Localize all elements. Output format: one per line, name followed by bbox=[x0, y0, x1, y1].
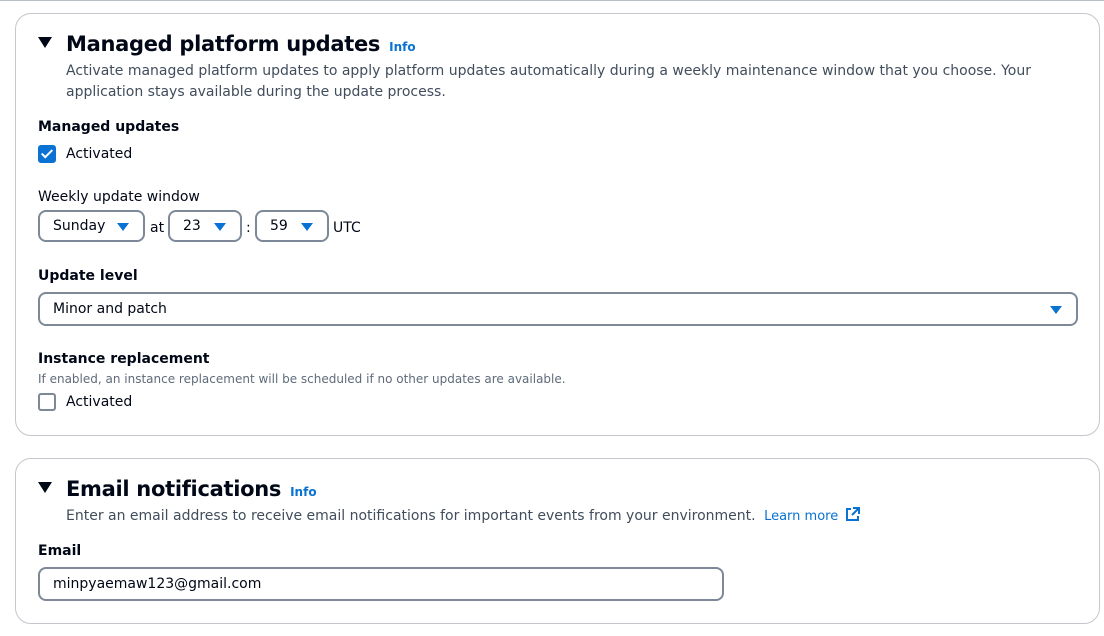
instance-replacement-hint: If enabled, an instance replacement will… bbox=[38, 372, 566, 386]
instance-replacement-checkbox-row[interactable]: Activated bbox=[38, 393, 132, 411]
top-divider bbox=[0, 0, 1104, 1]
section-header: Managed platform updates Info bbox=[38, 32, 416, 56]
external-link-icon bbox=[846, 507, 861, 521]
managed-updates-checkbox-row[interactable]: Activated bbox=[38, 145, 132, 163]
section-description: Enter an email address to receive email … bbox=[66, 506, 1056, 527]
checkbox-empty-icon[interactable] bbox=[38, 393, 56, 411]
email-field-value: minpyaemaw123@gmail.com bbox=[53, 576, 262, 592]
collapse-caret-icon[interactable] bbox=[38, 482, 52, 493]
info-link[interactable]: Info bbox=[290, 485, 316, 499]
colon-text: : bbox=[246, 220, 251, 236]
update-level-label: Update level bbox=[38, 268, 138, 284]
section-title: Managed platform updates bbox=[66, 32, 381, 56]
minute-select-value: 59 bbox=[270, 218, 288, 234]
update-level-select[interactable]: Minor and patch bbox=[38, 292, 1078, 326]
minute-select[interactable]: 59 bbox=[255, 210, 329, 242]
managed-updates-checkbox-label: Activated bbox=[66, 146, 133, 162]
dropdown-triangle-icon bbox=[301, 223, 313, 231]
managed-updates-label: Managed updates bbox=[38, 119, 180, 135]
day-select-value: Sunday bbox=[53, 218, 106, 234]
dropdown-triangle-icon bbox=[1050, 306, 1062, 314]
at-text: at bbox=[150, 220, 165, 236]
email-description-text: Enter an email address to receive email … bbox=[66, 508, 756, 524]
timezone-text: UTC bbox=[333, 220, 361, 236]
instance-replacement-label: Instance replacement bbox=[38, 351, 210, 367]
dropdown-triangle-icon bbox=[117, 223, 129, 231]
collapse-caret-icon[interactable] bbox=[38, 37, 52, 48]
info-link[interactable]: Info bbox=[389, 40, 415, 54]
email-label: Email bbox=[38, 543, 82, 559]
section-description: Activate managed platform updates to app… bbox=[66, 63, 1031, 100]
hour-select[interactable]: 23 bbox=[168, 210, 242, 242]
email-field[interactable]: minpyaemaw123@gmail.com bbox=[38, 567, 724, 601]
learn-more-link[interactable]: Learn more bbox=[764, 507, 861, 524]
day-select[interactable]: Sunday bbox=[38, 210, 145, 242]
hour-select-value: 23 bbox=[183, 218, 201, 234]
email-notifications-container: Email notifications Info Enter an email … bbox=[15, 458, 1100, 624]
managed-platform-updates-container: Managed platform updates Info Activate m… bbox=[15, 13, 1100, 436]
section-title: Email notifications bbox=[66, 477, 282, 501]
section-header: Email notifications Info bbox=[38, 477, 317, 501]
instance-replacement-checkbox-label: Activated bbox=[66, 394, 133, 410]
dropdown-triangle-icon bbox=[214, 223, 226, 231]
weekly-window-label: Weekly update window bbox=[38, 189, 200, 205]
checkbox-checked-icon[interactable] bbox=[38, 145, 56, 163]
learn-more-label: Learn more bbox=[764, 509, 839, 524]
update-level-value: Minor and patch bbox=[53, 301, 167, 317]
